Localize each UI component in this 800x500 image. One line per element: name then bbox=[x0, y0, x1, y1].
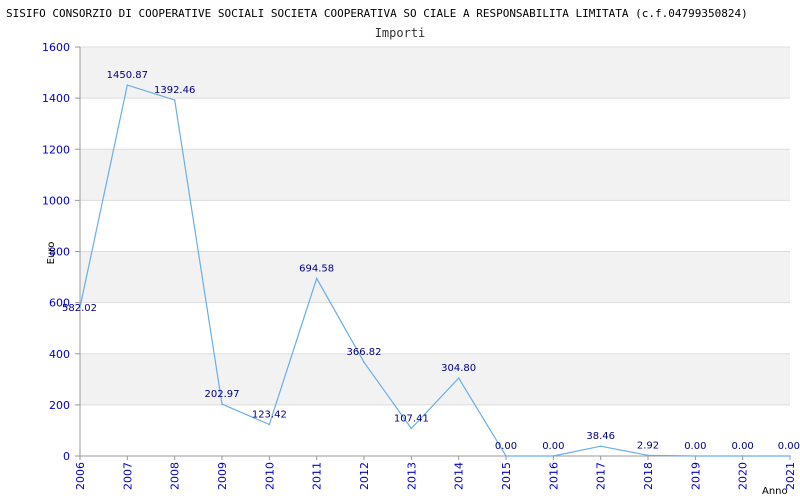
plot-band bbox=[80, 251, 790, 303]
x-tick-label: 2015 bbox=[500, 462, 513, 490]
data-point bbox=[457, 377, 460, 379]
data-point bbox=[789, 455, 791, 457]
x-tick-label: 2020 bbox=[737, 462, 750, 490]
y-tick-label: 0 bbox=[63, 450, 70, 463]
x-tick-label: 2006 bbox=[74, 462, 87, 490]
x-tick-label: 2018 bbox=[642, 462, 655, 490]
y-tick-label: 1600 bbox=[42, 41, 70, 54]
data-point bbox=[410, 427, 413, 430]
data-label: 0.00 bbox=[684, 441, 706, 452]
data-point bbox=[647, 454, 649, 457]
y-axis-label: Euro bbox=[46, 242, 57, 265]
plot-band bbox=[80, 302, 790, 354]
x-tick-label: 2019 bbox=[689, 462, 702, 490]
data-point bbox=[221, 403, 223, 405]
data-label: 0.00 bbox=[778, 441, 800, 452]
data-label: 694.58 bbox=[299, 263, 334, 274]
data-point bbox=[268, 423, 271, 426]
x-tick-label: 2013 bbox=[405, 462, 418, 490]
plot-band bbox=[80, 353, 790, 405]
x-tick-labels: 2006 2007 2008 2009 2010 2011 2012 2013 2014 2015… bbox=[74, 462, 797, 490]
data-point bbox=[599, 445, 602, 447]
data-label: 0.00 bbox=[732, 441, 754, 452]
y-tick-label: 200 bbox=[49, 399, 70, 412]
x-axis-label: Anno bbox=[762, 486, 788, 497]
data-point bbox=[315, 277, 318, 280]
data-label: 0.00 bbox=[542, 441, 564, 452]
y-tick-label: 1400 bbox=[42, 92, 70, 105]
data-label: 366.82 bbox=[347, 347, 382, 358]
x-tick-label: 2017 bbox=[595, 462, 608, 490]
y-tick-label: 1000 bbox=[42, 194, 70, 207]
x-tick-label: 2011 bbox=[311, 462, 324, 490]
x-tick-label: 2016 bbox=[547, 462, 560, 490]
chart-title: SISIFO CONSORZIO DI COOPERATIVE SOCIALI … bbox=[6, 7, 748, 20]
data-point bbox=[552, 455, 555, 457]
data-label: 1450.87 bbox=[107, 70, 148, 81]
line-chart: SISIFO CONSORZIO DI COOPERATIVE SOCIALI … bbox=[6, 7, 800, 497]
data-point bbox=[363, 361, 365, 364]
data-label: 107.41 bbox=[394, 414, 429, 425]
data-label: 123.42 bbox=[252, 409, 287, 420]
y-tick-label: 400 bbox=[49, 348, 70, 361]
data-point bbox=[694, 455, 697, 457]
data-label: 304.80 bbox=[441, 363, 476, 374]
data-point bbox=[505, 455, 507, 457]
x-tick-label: 2009 bbox=[216, 462, 229, 490]
chart-subtitle: Importi bbox=[375, 26, 426, 40]
plot-band bbox=[80, 200, 790, 252]
data-point bbox=[126, 84, 129, 86]
y-tick-label: 1200 bbox=[42, 143, 70, 156]
x-tick-label: 2007 bbox=[121, 462, 134, 490]
x-tick-label: 2010 bbox=[263, 462, 276, 490]
data-label: 1392.46 bbox=[154, 85, 195, 96]
data-label: 2.92 bbox=[637, 440, 659, 451]
x-tick-label: 2014 bbox=[453, 462, 466, 490]
data-point bbox=[173, 99, 176, 101]
plot-band bbox=[80, 98, 790, 150]
data-label: 38.46 bbox=[586, 431, 615, 442]
data-point bbox=[741, 455, 744, 457]
x-tick-label: 2008 bbox=[169, 462, 182, 490]
data-label: 202.97 bbox=[205, 389, 240, 400]
x-tick-label: 2012 bbox=[358, 462, 371, 490]
data-label: 582.02 bbox=[62, 303, 97, 314]
data-label: 0.00 bbox=[495, 441, 517, 452]
